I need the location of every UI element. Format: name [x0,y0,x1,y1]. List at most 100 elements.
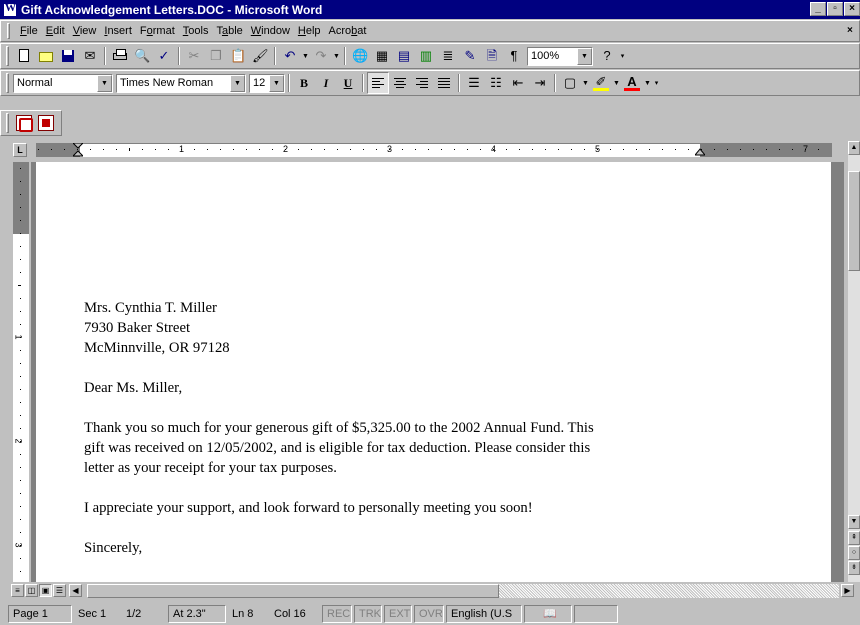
horizontal-scroll-thumb[interactable] [87,584,499,598]
decrease-indent-button[interactable]: ⇤ [507,72,529,94]
font-size-dropdown-arrow[interactable]: ▼ [269,74,284,92]
menu-item[interactable]: Help [294,25,325,37]
print-button[interactable] [109,45,131,67]
document-map-button[interactable]: 🗎 [481,45,503,67]
highlight-dropdown[interactable]: ▼ [612,72,621,94]
scroll-right-button[interactable]: ▶ [841,584,854,597]
align-center-button[interactable] [389,72,411,94]
new-document-button[interactable] [13,45,35,67]
scroll-up-button[interactable]: ▲ [848,141,860,155]
normal-view-button[interactable]: ≡ [11,584,24,597]
menu-item[interactable]: Acrobat [325,25,371,37]
menu-item[interactable]: Table [212,25,246,37]
underline-button[interactable]: U [337,72,359,94]
convert-and-email-pdf-button[interactable] [35,112,57,134]
document-page[interactable]: Mrs. Cynthia T. Miller 7930 Baker Street… [36,162,831,582]
cut-button[interactable]: ✂ [183,45,205,67]
word-app-icon[interactable] [3,2,17,17]
highlight-button[interactable]: ✐ [590,72,612,94]
font-dropdown-arrow[interactable]: ▼ [230,74,245,92]
menu-item[interactable]: View [69,25,101,37]
document-close-icon[interactable]: × [847,25,857,37]
save-button[interactable] [57,45,79,67]
increase-indent-button[interactable]: ⇥ [529,72,551,94]
tab-selector-button[interactable]: L [13,143,27,157]
drawing-button[interactable]: ✎ [459,45,481,67]
copy-button[interactable]: ❐ [205,45,227,67]
numbering-button[interactable]: ☰ [463,72,485,94]
status-overtype[interactable]: OVR [414,604,444,623]
title-bar[interactable]: Gift Acknowledgement Letters.DOC - Micro… [0,0,860,19]
status-extend-selection[interactable]: EXT [384,604,412,623]
undo-dropdown[interactable]: ▼ [301,45,310,67]
web-layout-view-button[interactable]: ◫ [25,584,38,597]
font-select[interactable]: Times New Roman ▼ [116,73,246,93]
justify-button[interactable] [433,72,455,94]
menu-item[interactable]: Insert [100,25,136,37]
menu-item[interactable]: Tools [179,25,213,37]
status-record-macro[interactable]: REC [322,604,352,623]
close-button[interactable]: × [844,2,860,16]
zoom-select[interactable]: 100% ▼ [527,46,593,66]
toolbar-grip[interactable] [6,46,9,66]
bold-button[interactable]: B [293,72,315,94]
redo-dropdown[interactable]: ▼ [332,45,341,67]
menu-item[interactable]: Format [136,25,179,37]
letter-body[interactable]: Mrs. Cynthia T. Miller 7930 Baker Street… [84,298,704,578]
zoom-dropdown-arrow[interactable]: ▼ [577,47,592,65]
menu-grip[interactable] [7,23,10,39]
toolbar-grip[interactable] [6,113,9,133]
convert-to-pdf-button[interactable] [13,112,35,134]
scroll-left-button[interactable]: ◀ [69,584,82,597]
horizontal-ruler[interactable]: L 123457 ▲ [0,141,860,160]
font-color-dropdown[interactable]: ▼ [643,72,652,94]
align-left-button[interactable] [367,72,389,94]
first-line-indent-marker[interactable] [73,143,83,157]
menu-item[interactable]: Edit [42,25,69,37]
next-page-button[interactable]: ⇟ [848,561,860,575]
toolbar-grip[interactable] [6,73,9,93]
restore-button[interactable]: ▫ [827,2,843,16]
vertical-ruler[interactable]: 1 2 3 [11,162,31,582]
print-preview-button[interactable]: 🔍 [131,45,153,67]
minimize-button[interactable]: _ [810,2,826,16]
office-assistant-button[interactable]: ? [596,45,618,67]
select-browse-object-button[interactable]: ○ [848,546,860,560]
paste-button[interactable]: 📋 [227,45,249,67]
show-hide-button[interactable]: ¶ [503,45,525,67]
borders-dropdown[interactable]: ▼ [581,72,590,94]
align-right-button[interactable] [411,72,433,94]
toolbar-options-arrow[interactable]: ▾ [618,45,627,67]
insert-table-button[interactable]: ▤ [393,45,415,67]
style-dropdown-arrow[interactable]: ▼ [97,74,112,92]
redo-button[interactable]: ↷ [310,45,332,67]
font-size-select[interactable]: 12 ▼ [249,73,285,93]
format-painter-button[interactable]: 🖌 [249,45,271,67]
menu-item[interactable]: Window [247,25,294,37]
italic-button[interactable]: I [315,72,337,94]
borders-button[interactable]: ▢ [559,72,581,94]
previous-page-button[interactable]: ⇞ [848,531,860,545]
bullets-button[interactable]: ☷ [485,72,507,94]
print-layout-view-button[interactable]: ▣ [39,584,52,597]
vertical-scrollbar[interactable]: ▲ ▼ ⇞ ○ ⇟ [848,141,860,582]
scroll-down-button[interactable]: ▼ [848,515,860,529]
horizontal-scrollbar[interactable]: ≡ ◫ ▣ ☰ ◀ ▶ [11,583,860,599]
email-button[interactable]: ✉ [79,45,101,67]
tables-borders-button[interactable]: ▦ [371,45,393,67]
spelling-button[interactable]: ✓ [153,45,175,67]
document-area[interactable]: Mrs. Cynthia T. Miller 7930 Baker Street… [31,162,844,582]
vertical-scroll-thumb[interactable] [848,171,860,271]
right-indent-marker[interactable] [695,148,705,162]
status-track-changes[interactable]: TRK [354,604,382,623]
style-select[interactable]: Normal ▼ [13,73,113,93]
undo-button[interactable]: ↶ [279,45,301,67]
insert-excel-button[interactable]: ▥ [415,45,437,67]
status-spelling[interactable]: 📖 [524,604,572,623]
toolbar-options-arrow[interactable]: ▾ [652,72,661,94]
open-button[interactable] [35,45,57,67]
outline-view-button[interactable]: ☰ [53,584,66,597]
font-color-button[interactable]: A [621,72,643,94]
insert-hyperlink-button[interactable]: 🌐 [349,45,371,67]
status-language[interactable]: English (U.S [446,604,522,623]
